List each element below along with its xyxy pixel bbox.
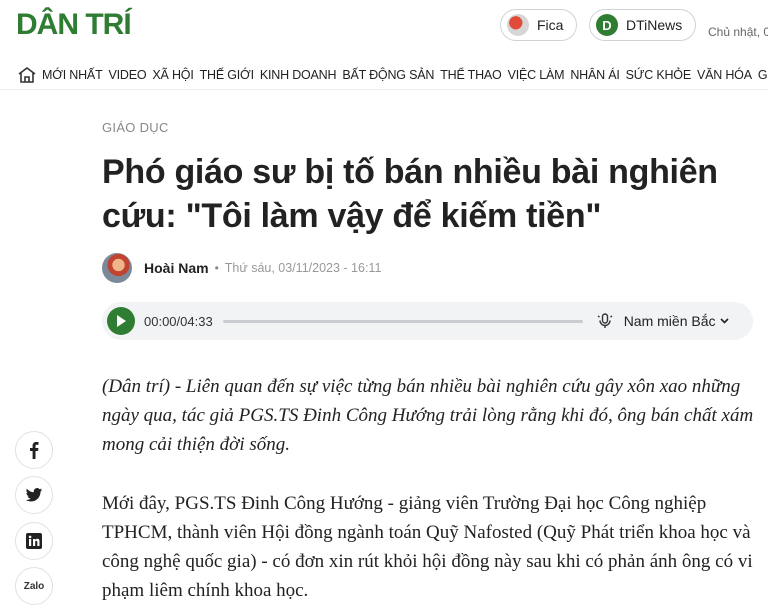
author-name[interactable]: Hoài Nam [144, 260, 209, 276]
header-date: Chủ nhật, 0 [708, 25, 768, 39]
article-lead: (Dân trí) - Liên quan đến sự việc từng b… [102, 376, 754, 455]
nav-item-suc-khoe[interactable]: SỨC KHỎE [626, 68, 692, 82]
linkedin-share-button[interactable] [15, 522, 53, 560]
avatar[interactable] [102, 253, 132, 283]
nav-item-giai-tri[interactable]: GIẢI TRÍ [758, 68, 768, 82]
twitter-icon [25, 487, 43, 502]
site-logo[interactable]: DÂN TRÍ [16, 8, 132, 42]
nav-item-nhan-ai[interactable]: NHÂN ÁI [570, 68, 620, 82]
meta-separator: • [214, 261, 219, 275]
chevron-down-icon [719, 316, 729, 327]
play-button[interactable] [107, 307, 135, 335]
linkedin-icon [26, 533, 42, 549]
nav-item-video[interactable]: VIDEO [109, 68, 147, 82]
article-body-paragraph: Mới đây, PGS.TS Đinh Công Hướng - giảng … [102, 493, 753, 601]
facebook-share-button[interactable] [15, 431, 53, 469]
home-icon[interactable] [17, 64, 37, 86]
publish-date: Thứ sáu, 03/11/2023 - 16:11 [224, 261, 382, 275]
audio-progress-bar[interactable] [222, 319, 583, 323]
article-category[interactable]: GIÁO DỤC [102, 120, 169, 135]
nav-item-kinh-doanh[interactable]: KINH DOANH [260, 68, 337, 82]
author-row: Hoài Nam • Thứ sáu, 03/11/2023 - 16:11 [102, 253, 381, 283]
main-nav: MỚI NHẤT VIDEO XÃ HỘI THẾ GIỚI KINH DOAN… [0, 60, 768, 90]
nav-item-the-thao[interactable]: THỂ THAO [440, 68, 502, 82]
zalo-label: Zalo [23, 580, 45, 592]
nav-item-the-gioi[interactable]: THẾ GIỚI [200, 68, 254, 82]
microphone-icon [596, 312, 614, 330]
fica-icon [507, 14, 529, 36]
fica-label: Fica [537, 17, 564, 33]
nav-item-bat-dong-san[interactable]: BẤT ĐỘNG SẢN [342, 68, 434, 82]
dtinews-icon: D [596, 14, 618, 36]
twitter-share-button[interactable] [15, 476, 53, 514]
dtinews-button[interactable]: D DTiNews [589, 9, 696, 41]
nav-item-viec-lam[interactable]: VIỆC LÀM [508, 68, 565, 82]
facebook-icon [30, 442, 39, 459]
nav-item-van-hoa[interactable]: VĂN HÓA [697, 68, 752, 82]
dtinews-label: DTiNews [626, 17, 683, 33]
audio-time: 00:00/04:33 [144, 313, 213, 329]
fica-button[interactable]: Fica [500, 9, 577, 41]
nav-item-moi-nhat[interactable]: MỚI NHẤT [42, 68, 103, 82]
play-icon [117, 315, 126, 327]
voice-label: Nam miền Bắc [623, 313, 716, 329]
voice-select[interactable]: Nam miền Bắc [624, 313, 729, 329]
top-header: DÂN TRÍ Fica D DTiNews Chủ nhật, 0 [0, 0, 768, 50]
article-title: Phó giáo sư bị tố bán nhiều bài nghiên c… [102, 153, 718, 235]
nav-item-xa-hoi[interactable]: XÃ HỘI [152, 68, 193, 82]
audio-player: 00:00/04:33 Nam miền Bắc [102, 302, 753, 340]
zalo-share-button[interactable]: Zalo [15, 567, 53, 605]
